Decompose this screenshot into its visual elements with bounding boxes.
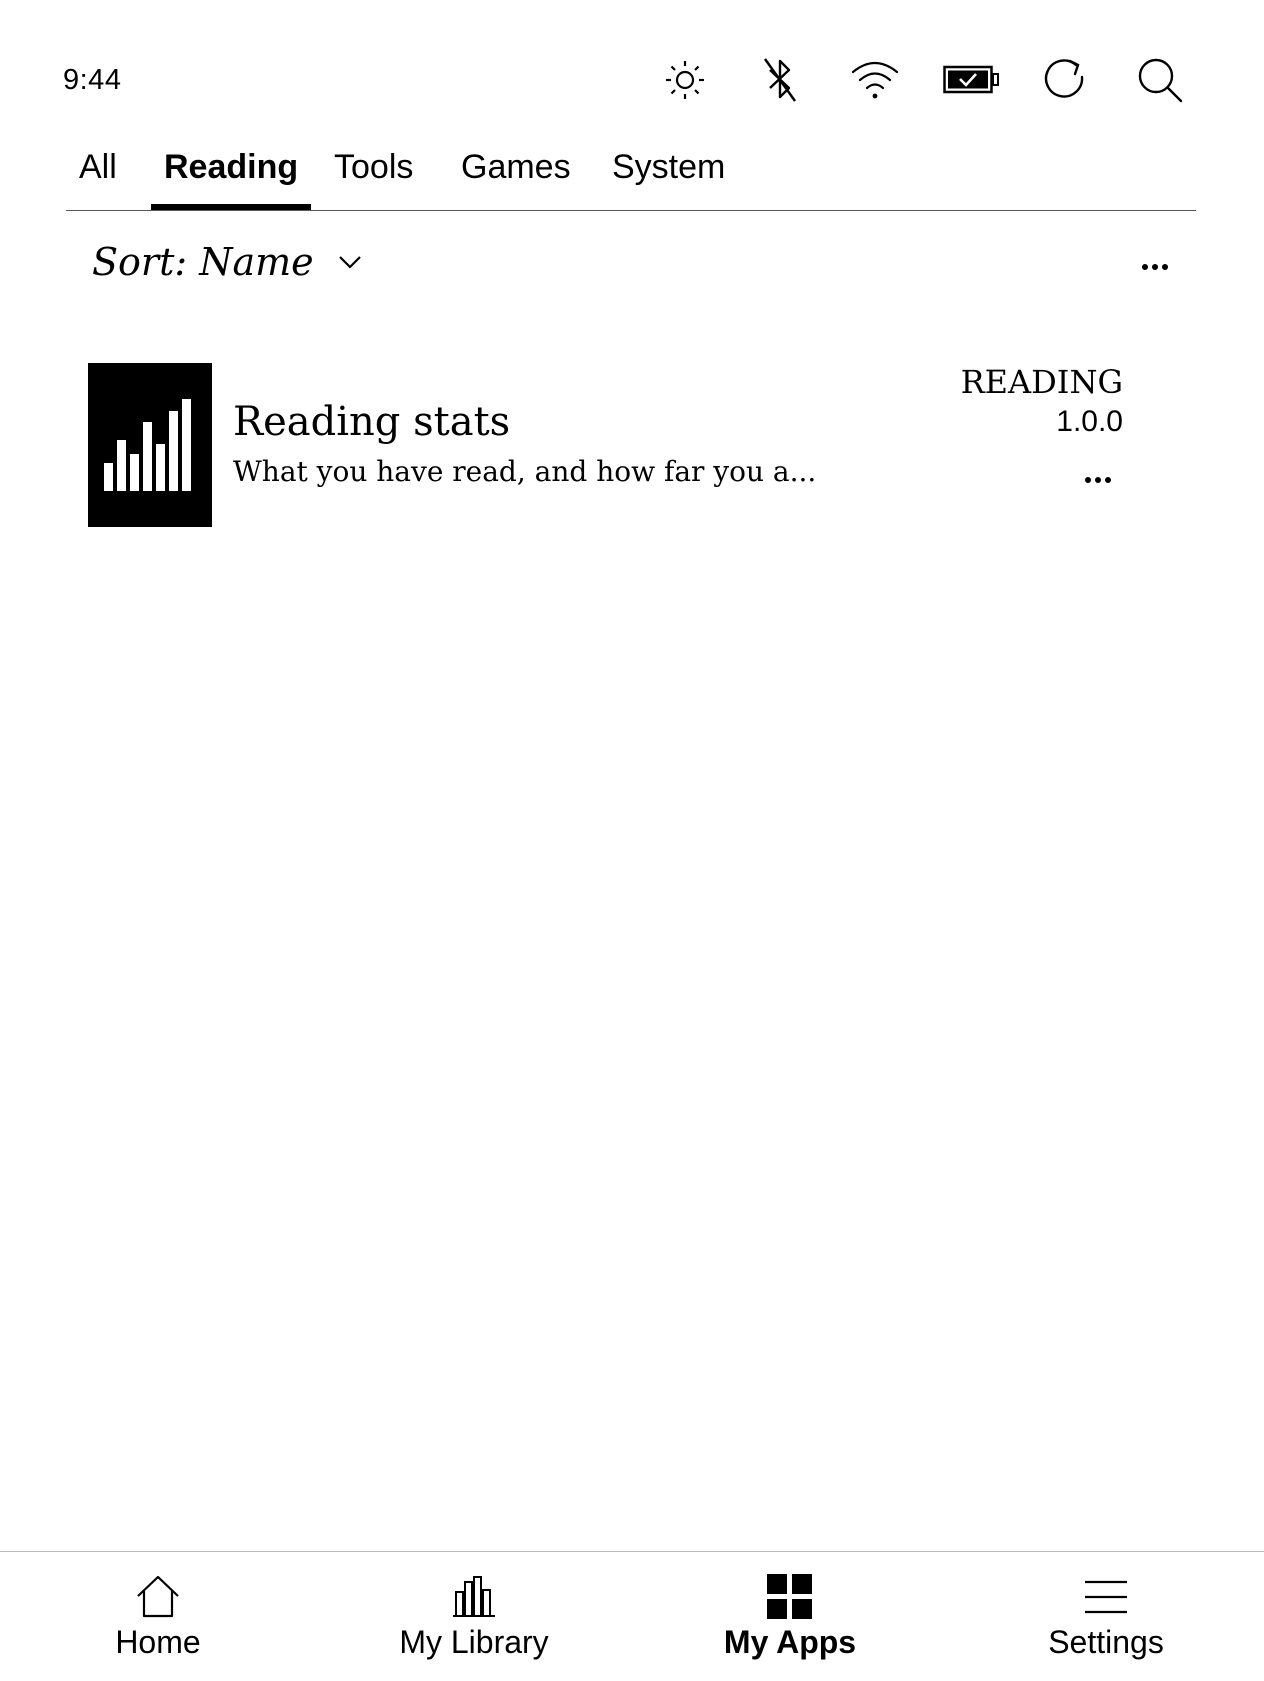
brightness-icon[interactable] [660, 55, 710, 105]
nav-home[interactable]: Home [0, 1552, 316, 1681]
more-options-icon[interactable] [1140, 255, 1170, 279]
status-time: 9:44 [63, 64, 122, 96]
app-list-item[interactable]: Reading stats What you have read, and ho… [88, 363, 1128, 527]
tab-all[interactable]: All [66, 148, 130, 210]
app-more-options-icon[interactable] [1083, 470, 1113, 490]
nav-my-library-label: My Library [399, 1624, 549, 1660]
library-icon [449, 1572, 499, 1622]
tab-tools[interactable]: Tools [321, 148, 426, 210]
nav-my-apps[interactable]: My Apps [632, 1552, 948, 1681]
chevron-down-icon [336, 248, 364, 276]
app-description: What you have read, and how far you a... [233, 455, 817, 488]
nav-home-label: Home [115, 1624, 201, 1660]
nav-settings-label: Settings [1048, 1624, 1164, 1660]
tab-reading[interactable]: Reading [151, 148, 312, 210]
tab-games[interactable]: Games [448, 148, 584, 210]
bottom-navigation: Home My Library My Apps Settings [0, 1551, 1264, 1681]
bar-chart-icon [88, 363, 212, 527]
sort-dropdown[interactable]: Sort: Name [92, 240, 364, 284]
wifi-icon[interactable] [850, 55, 900, 105]
search-icon[interactable] [1135, 55, 1185, 105]
battery-charging-icon [943, 55, 1001, 105]
sort-label: Sort: Name [92, 240, 314, 284]
nav-my-library[interactable]: My Library [316, 1552, 632, 1681]
app-category: READING [960, 363, 1123, 401]
nav-settings[interactable]: Settings [948, 1552, 1264, 1681]
category-tabs: All Reading Tools Games System [66, 140, 1196, 211]
bluetooth-off-icon[interactable] [755, 55, 805, 105]
tab-system[interactable]: System [599, 148, 738, 210]
nav-my-apps-label: My Apps [723, 1624, 857, 1660]
app-version: 1.0.0 [1056, 405, 1123, 438]
app-title: Reading stats [233, 399, 511, 445]
menu-icon [1081, 1572, 1131, 1622]
home-icon [133, 1572, 183, 1622]
apps-grid-icon [765, 1572, 815, 1622]
sync-icon[interactable] [1040, 55, 1090, 105]
